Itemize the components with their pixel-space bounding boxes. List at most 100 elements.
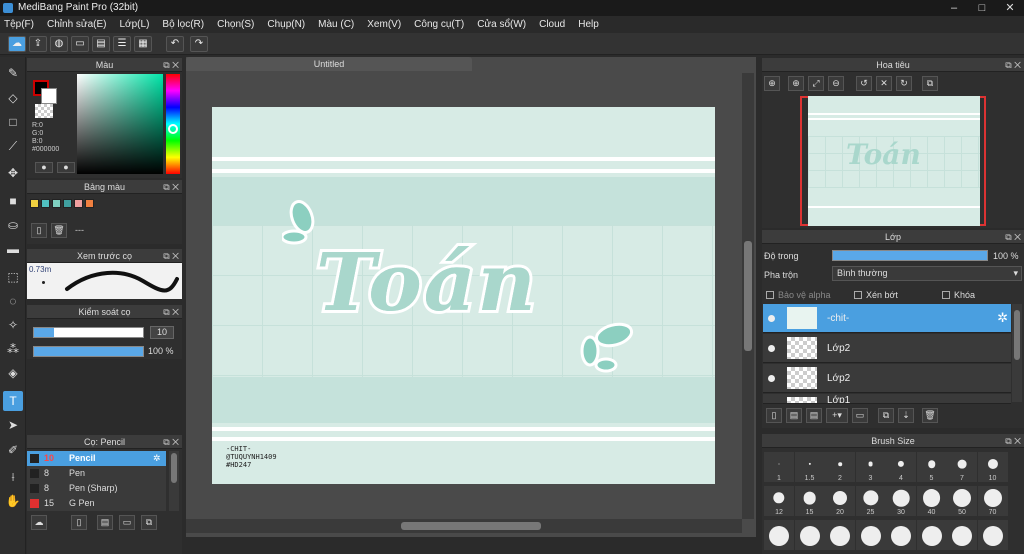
- brush-tool-icon[interactable]: ✎: [3, 63, 23, 83]
- brush-size-option[interactable]: 4: [886, 452, 916, 482]
- hand-tool-icon[interactable]: ✋: [3, 491, 23, 511]
- panel-close-icon[interactable]: ⧉ ✕: [163, 435, 179, 449]
- brush-size-option[interactable]: [916, 520, 947, 550]
- brush-size-option[interactable]: 7: [947, 452, 977, 482]
- menu-layer[interactable]: Lớp(L): [120, 19, 150, 30]
- navigator-preview[interactable]: Toán: [808, 96, 980, 226]
- artboard[interactable]: Toán Toán -CHIT- @TUQUYNH1409 #HD247: [212, 107, 715, 484]
- cloud-brush-icon[interactable]: ☁: [31, 515, 47, 530]
- menu-cloud[interactable]: Cloud: [539, 19, 565, 30]
- hue-handle[interactable]: [168, 124, 178, 134]
- canvas-vertical-scrollbar[interactable]: [742, 73, 754, 519]
- brush-size-option[interactable]: [886, 520, 916, 550]
- saturation-picker[interactable]: [77, 74, 163, 174]
- brush-size-option[interactable]: [855, 520, 886, 550]
- panel-close-icon[interactable]: ⧉ ✕: [1005, 230, 1021, 244]
- rectangle-tool-icon[interactable]: □: [3, 112, 23, 132]
- new-layer-1bit-icon[interactable]: ▤: [806, 408, 822, 423]
- visibility-icon[interactable]: [768, 375, 775, 382]
- panel-close-icon[interactable]: ⧉ ✕: [163, 249, 179, 263]
- brush-size-value[interactable]: 10: [150, 326, 174, 339]
- new-layer-icon[interactable]: ▯: [766, 408, 782, 423]
- new-layer-8bit-icon[interactable]: ▤: [786, 408, 802, 423]
- zoom-out-icon[interactable]: ⊖: [828, 76, 844, 91]
- palette-swatch[interactable]: [74, 199, 83, 208]
- brush-size-option[interactable]: [977, 520, 1008, 550]
- delete-layer-icon[interactable]: 🗑: [922, 408, 938, 423]
- hue-slider[interactable]: [166, 74, 180, 174]
- layer-folder-icon[interactable]: ▭: [852, 408, 868, 423]
- delete-palette-icon[interactable]: 🗑: [51, 223, 67, 238]
- zoom-in-icon[interactable]: ⊕: [788, 76, 804, 91]
- add-layer-menu-icon[interactable]: +▾: [826, 408, 848, 423]
- layer-item-lop2[interactable]: Lớp2: [763, 334, 1011, 363]
- layer-item-lop1[interactable]: Lớp1: [763, 394, 1011, 404]
- color-add-button[interactable]: ●: [35, 162, 53, 173]
- minimize-button[interactable]: –: [940, 0, 968, 16]
- comment-icon[interactable]: ◍: [50, 36, 68, 52]
- gradient-tool-icon[interactable]: ▬: [3, 239, 23, 259]
- document-tab[interactable]: Untitled: [186, 57, 472, 71]
- panel-close-icon[interactable]: ⧉ ✕: [1005, 58, 1021, 72]
- maximize-button[interactable]: □: [968, 0, 996, 16]
- lock-checkbox[interactable]: Khóa: [942, 290, 975, 300]
- zoom-fit-icon[interactable]: ⊕: [764, 76, 780, 91]
- brush-size-option[interactable]: [947, 520, 977, 550]
- color-swap-button[interactable]: ●: [57, 162, 75, 173]
- share-icon[interactable]: ⇪: [29, 36, 47, 52]
- brush-size-option[interactable]: 50: [947, 486, 977, 516]
- brush-size-option[interactable]: 1.5: [794, 452, 825, 482]
- duplicate-layer-icon[interactable]: ⧉: [878, 408, 894, 423]
- new-palette-icon[interactable]: ▯: [31, 223, 47, 238]
- panel-close-icon[interactable]: ⧉ ✕: [163, 58, 179, 72]
- menu-edit[interactable]: Chỉnh sửa(E): [47, 19, 107, 30]
- brush-size-option[interactable]: 1: [764, 452, 794, 482]
- panel-close-icon[interactable]: ⧉ ✕: [1005, 434, 1021, 448]
- eraser-tool-icon[interactable]: ◇: [3, 88, 23, 108]
- brush-size-slider[interactable]: [33, 327, 144, 338]
- brush-size-option[interactable]: 2: [825, 452, 855, 482]
- close-button[interactable]: ✕: [996, 0, 1024, 16]
- palette-swatch[interactable]: [85, 199, 94, 208]
- undo-icon[interactable]: ↶: [166, 36, 184, 52]
- layer-item-lop2-copy[interactable]: Lớp2: [763, 364, 1011, 393]
- add-brush-icon[interactable]: ▯: [71, 515, 87, 530]
- actual-size-icon[interactable]: ⤢: [808, 76, 824, 91]
- brush-size-option[interactable]: 30: [886, 486, 916, 516]
- text-tool-icon[interactable]: T: [3, 391, 23, 411]
- clipping-checkbox[interactable]: Xén bớt: [854, 290, 898, 300]
- brush-size-option[interactable]: 10: [977, 452, 1008, 482]
- menu-window[interactable]: Cửa sổ(W): [477, 19, 526, 30]
- document-icon[interactable]: ▤: [92, 36, 110, 52]
- protect-alpha-checkbox[interactable]: Bảo vệ alpha: [766, 290, 831, 300]
- brush-doc-icon[interactable]: ▤: [97, 515, 113, 530]
- select-eraser-icon[interactable]: ◈: [3, 363, 23, 383]
- brush-size-option[interactable]: [794, 520, 825, 550]
- menu-select[interactable]: Chọn(S): [217, 19, 254, 30]
- eyedropper-icon[interactable]: ⟊: [3, 467, 23, 487]
- brush-list-scrollbar[interactable]: [169, 451, 179, 511]
- layer-scrollbar[interactable]: [1012, 304, 1022, 402]
- brush-size-option[interactable]: [764, 520, 794, 550]
- panel-close-icon[interactable]: ⧉ ✕: [163, 180, 179, 194]
- rotate-left-icon[interactable]: ↺: [856, 76, 872, 91]
- fill-rect-tool-icon[interactable]: ■: [3, 191, 23, 211]
- brush-size-option[interactable]: 3: [855, 452, 886, 482]
- operation-tool-icon[interactable]: ➤: [3, 415, 23, 435]
- transparent-color[interactable]: [35, 104, 53, 118]
- brush-item-g-pen[interactable]: 15 G Pen: [27, 496, 166, 511]
- list-icon[interactable]: ☰: [113, 36, 131, 52]
- canvas-horizontal-scrollbar[interactable]: [186, 519, 742, 533]
- select-pen-icon[interactable]: ⁂: [3, 339, 23, 359]
- magic-wand-icon[interactable]: ✧: [3, 315, 23, 335]
- brush-size-option[interactable]: 15: [794, 486, 825, 516]
- layer-opacity-slider[interactable]: [832, 250, 988, 261]
- cloud-icon[interactable]: ☁: [8, 36, 26, 52]
- brush-size-option[interactable]: [825, 520, 855, 550]
- menu-help[interactable]: Help: [578, 19, 599, 30]
- menu-snap[interactable]: Chụp(N): [267, 19, 305, 30]
- blend-mode-select[interactable]: Bình thường ▾: [832, 266, 1022, 281]
- grid-icon[interactable]: ▦: [134, 36, 152, 52]
- visibility-icon[interactable]: [768, 345, 775, 352]
- move-tool-icon[interactable]: ✥: [3, 163, 23, 183]
